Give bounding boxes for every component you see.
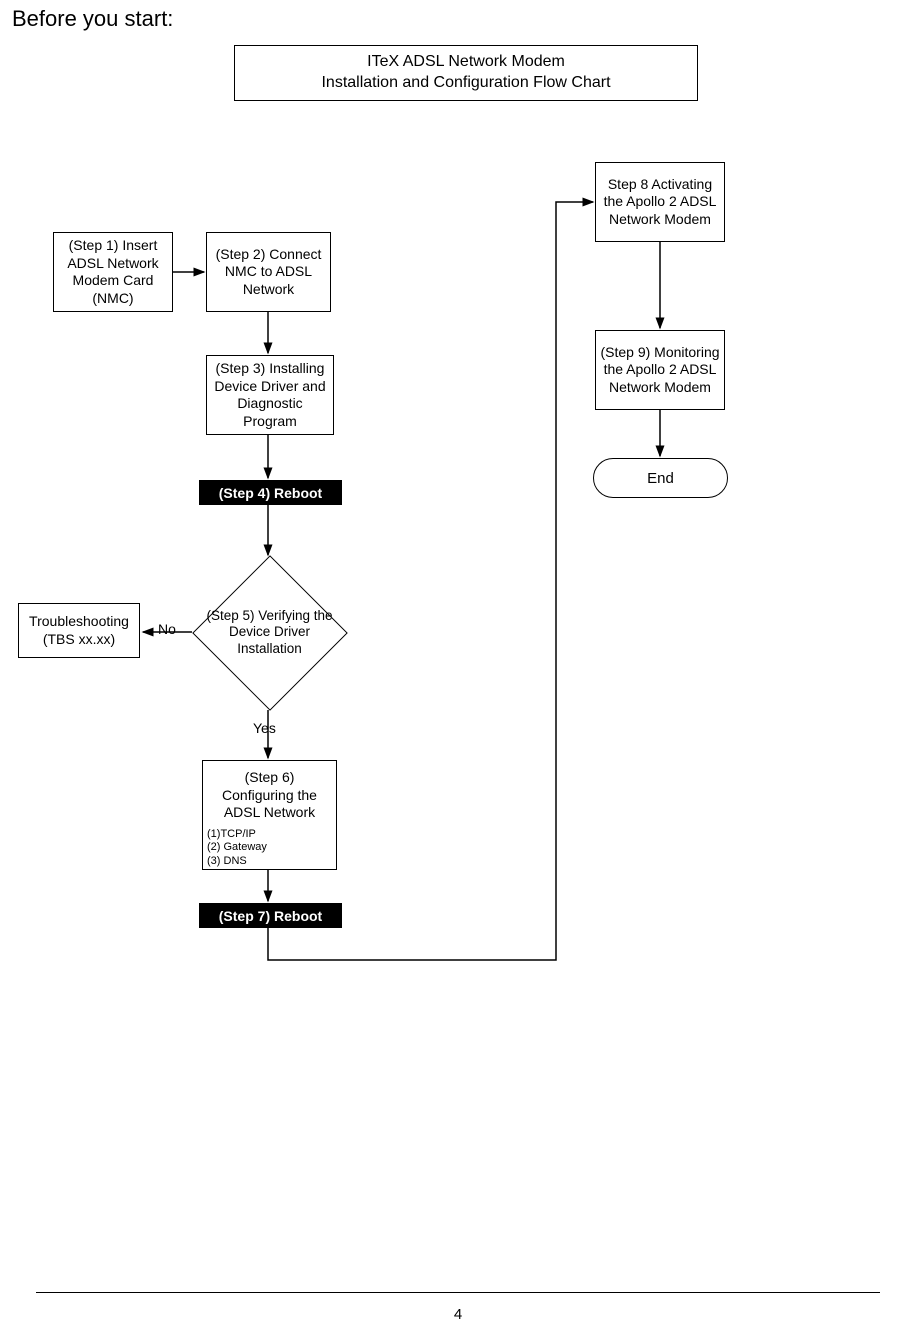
node-step2: (Step 2) Connect NMC to ADSL Network <box>206 232 331 312</box>
title-line2: Installation and Configuration Flow Char… <box>321 73 610 94</box>
step6-sub2: (2) Gateway <box>207 841 267 855</box>
node-step3-label: (Step 3) Installing Device Driver and Di… <box>211 360 329 430</box>
title-line1: ITeX ADSL Network Modem <box>367 52 565 73</box>
footer-rule <box>36 1292 880 1294</box>
node-step5-decision: (Step 5) Verifying the Device Driver Ins… <box>192 555 347 710</box>
node-step1-label: (Step 1) Insert ADSL Network Modem Card … <box>58 237 168 307</box>
edge-label-yes: Yes <box>253 720 276 736</box>
node-step9-label: (Step 9) Monitoring the Apollo 2 ADSL Ne… <box>600 344 720 397</box>
node-step8-label: Step 8 Activating the Apollo 2 ADSL Netw… <box>600 176 720 229</box>
edge-label-no: No <box>158 621 176 637</box>
node-step1: (Step 1) Insert ADSL Network Modem Card … <box>53 232 173 312</box>
page-number: 4 <box>0 1306 916 1323</box>
node-step5-label: (Step 5) Verifying the Device Driver Ins… <box>200 608 340 657</box>
flowchart-arrows <box>0 0 916 1339</box>
node-step4: (Step 4) Reboot <box>199 480 342 505</box>
node-step8: Step 8 Activating the Apollo 2 ADSL Netw… <box>595 162 725 242</box>
node-step3: (Step 3) Installing Device Driver and Di… <box>206 355 334 435</box>
node-step6-sublist: (1)TCP/IP (2) Gateway (3) DNS <box>207 828 267 869</box>
node-step2-label: (Step 2) Connect NMC to ADSL Network <box>211 246 326 299</box>
step6-sub3: (3) DNS <box>207 855 267 869</box>
node-step6-label: (Step 6) Configuring the ADSL Network <box>207 769 332 822</box>
page-heading: Before you start: <box>12 6 173 32</box>
node-step6: (Step 6) Configuring the ADSL Network (1… <box>202 760 337 870</box>
node-end-label: End <box>647 470 674 487</box>
node-troubleshoot-label: Troubleshooting (TBS xx.xx) <box>23 613 135 648</box>
node-step9: (Step 9) Monitoring the Apollo 2 ADSL Ne… <box>595 330 725 410</box>
node-step7-label: (Step 7) Reboot <box>219 908 322 924</box>
node-troubleshoot: Troubleshooting (TBS xx.xx) <box>18 603 140 658</box>
node-step4-label: (Step 4) Reboot <box>219 485 322 501</box>
flowchart-title-box: ITeX ADSL Network Modem Installation and… <box>234 45 698 101</box>
node-end: End <box>593 458 728 498</box>
step6-sub1: (1)TCP/IP <box>207 828 267 842</box>
node-step7: (Step 7) Reboot <box>199 903 342 928</box>
